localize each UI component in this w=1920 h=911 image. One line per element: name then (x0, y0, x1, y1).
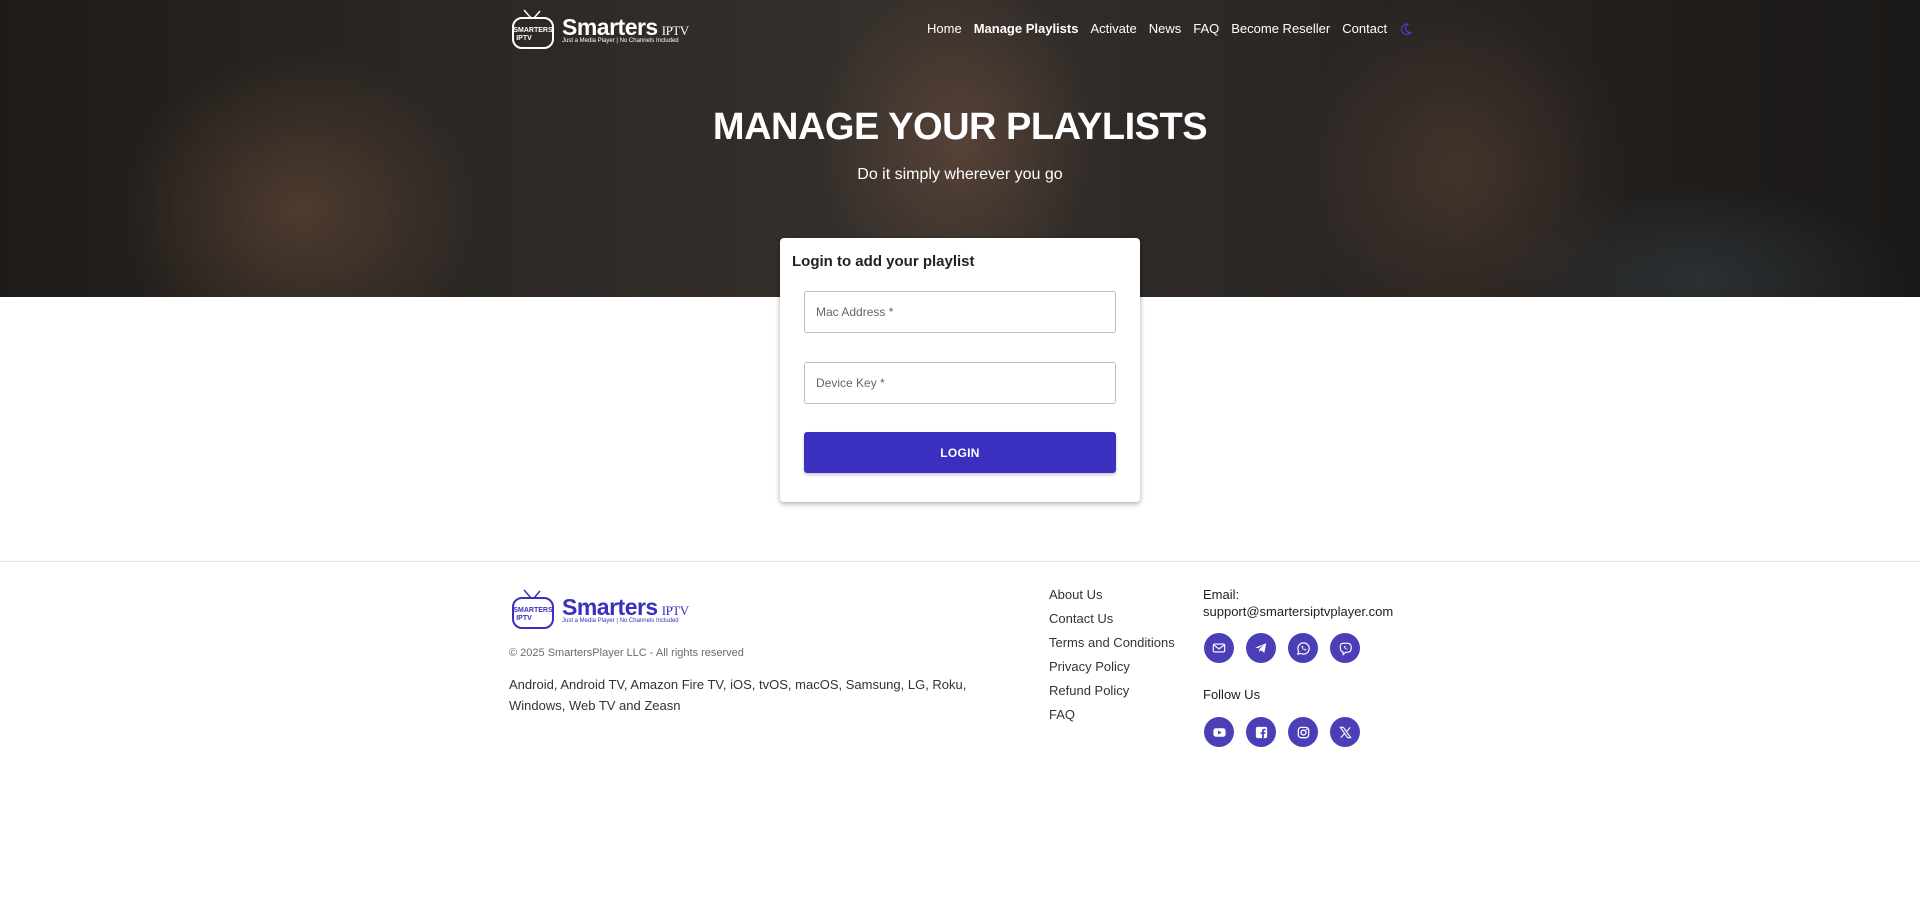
social-icons (1204, 717, 1360, 747)
supported-platforms: Android, Android TV, Amazon Fire TV, iOS… (509, 677, 967, 713)
footer-divider (0, 561, 1920, 562)
tv-logo-icon: SMARTERS IPTV (512, 589, 554, 629)
login-title: Login to add your playlist (792, 253, 975, 270)
email-label: Email: (1203, 587, 1240, 602)
top-navigation: SMARTERS IPTV Smarters IPTV Just a Media … (510, 8, 1413, 52)
nav-contact[interactable]: Contact (1342, 21, 1387, 36)
nav-activate[interactable]: Activate (1090, 21, 1136, 36)
mac-address-input[interactable] (804, 291, 1116, 333)
header-logo[interactable]: SMARTERS IPTV Smarters IPTV Just a Media … (510, 8, 700, 52)
moon-icon[interactable] (1399, 22, 1413, 36)
nav-home[interactable]: Home (927, 21, 962, 36)
tv-logo-icon: SMARTERS IPTV (512, 9, 554, 49)
facebook-icon[interactable] (1246, 717, 1276, 747)
follow-us-label: Follow Us (1203, 687, 1261, 702)
youtube-icon[interactable] (1204, 717, 1234, 747)
nav-faq[interactable]: FAQ (1193, 21, 1219, 36)
mail-icon[interactable] (1204, 633, 1234, 663)
logo-wordmark: Smarters IPTV (562, 594, 689, 620)
footer-link-refund[interactable]: Refund Policy (1049, 682, 1175, 699)
page-subtitle: Do it simply wherever you go (857, 166, 1063, 183)
footer-logo[interactable]: SMARTERS IPTV Smarters IPTV Just a Media … (510, 588, 700, 632)
login-card: Login to add your playlist LOGIN (780, 238, 1140, 502)
svg-text:IPTV: IPTV (516, 615, 532, 622)
nav-become-reseller[interactable]: Become Reseller (1231, 21, 1330, 36)
svg-text:IPTV: IPTV (516, 35, 532, 42)
contact-icons (1204, 633, 1360, 663)
footer-link-privacy[interactable]: Privacy Policy (1049, 658, 1175, 675)
page-title: MANAGE YOUR PLAYLISTS (712, 106, 1208, 148)
device-key-input[interactable] (804, 362, 1116, 404)
footer-link-faq[interactable]: FAQ (1049, 706, 1175, 723)
telegram-icon[interactable] (1246, 633, 1276, 663)
svg-text:SMARTERS: SMARTERS (513, 607, 553, 614)
main-menu: Home Manage Playlists Activate News FAQ … (927, 21, 1413, 36)
footer-link-terms[interactable]: Terms and Conditions (1049, 634, 1175, 651)
nav-news[interactable]: News (1149, 21, 1182, 36)
logo-wordmark: Smarters IPTV (562, 14, 689, 40)
whatsapp-icon[interactable] (1288, 633, 1318, 663)
instagram-icon[interactable] (1288, 717, 1318, 747)
logo-tagline: Just a Media Player | No Channels Includ… (562, 618, 679, 624)
svg-text:SMARTERS: SMARTERS (513, 27, 553, 34)
logo-tagline: Just a Media Player | No Channels Includ… (562, 38, 679, 44)
footer-link-contact-us[interactable]: Contact Us (1049, 610, 1175, 627)
email-address[interactable]: support@smartersiptvplayer.com (1203, 603, 1393, 620)
login-button[interactable]: LOGIN (804, 432, 1116, 473)
nav-manage-playlists[interactable]: Manage Playlists (974, 21, 1079, 36)
footer-links: About Us Contact Us Terms and Conditions… (1049, 586, 1175, 723)
footer-contact: Email: support@smartersiptvplayer.com (1203, 586, 1393, 620)
footer-link-about-us[interactable]: About Us (1049, 586, 1175, 603)
copyright-text: © 2025 SmartersPlayer LLC - All rights r… (509, 647, 744, 659)
viber-icon[interactable] (1330, 633, 1360, 663)
x-icon[interactable] (1330, 717, 1360, 747)
